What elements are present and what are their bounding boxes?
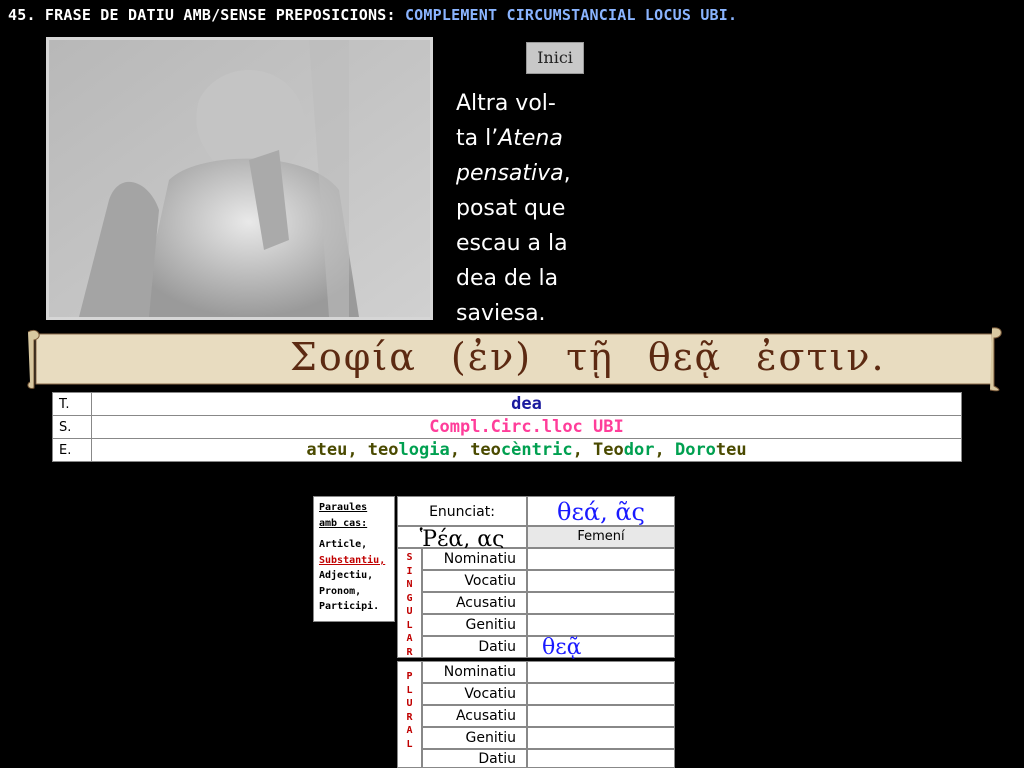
case-label: Vocatiu — [422, 683, 527, 705]
legend-title: Paraules amb cas: — [319, 502, 368, 529]
row-key: T. — [52, 392, 92, 416]
singular-label: SINGULAR — [397, 548, 422, 658]
case-input[interactable] — [527, 592, 675, 614]
case-input[interactable] — [527, 570, 675, 592]
case-label: Acusatiu — [422, 705, 527, 727]
case-input[interactable] — [527, 683, 675, 705]
legend-item: Substantiu, — [319, 554, 386, 566]
legend-item: Pronom, — [319, 585, 362, 597]
athena-relief-photo — [46, 37, 433, 320]
case-input[interactable] — [527, 705, 675, 727]
etymology-value: ateu, teologia, teocèntric, Teodor, Doro… — [91, 438, 962, 462]
sentence-word: Σοφία — [290, 335, 417, 379]
case-label: Genitiu — [422, 727, 527, 749]
row-key: S. — [52, 415, 92, 439]
row-key: E. — [52, 438, 92, 462]
case-label: Genitiu — [422, 614, 527, 636]
case-input[interactable] — [527, 749, 675, 768]
page-title: 45. FRASE DE DATIU AMB/SENSE PREPOSICION… — [8, 6, 738, 24]
case-label: Datiu — [422, 749, 527, 768]
photo-caption: Altra vol- ta l’Atena pensativa, posat q… — [456, 91, 571, 326]
case-label: Datiu — [422, 636, 527, 658]
greek-sentence: Σοφία (ἐν) τῇ θεᾷ ἐστιν. — [290, 335, 920, 379]
table-row: T. dea — [52, 392, 962, 416]
sentence-word: τῇ — [566, 335, 614, 379]
syntax-value: Compl.Circ.lloc UBI — [91, 415, 962, 439]
case-words-legend: Paraules amb cas: Article, Substantiu, A… — [313, 496, 395, 622]
sentence-word: ἐστιν. — [756, 335, 886, 379]
translation-table: T. dea S. Compl.Circ.lloc UBI E. ateu, t… — [52, 392, 962, 462]
case-input[interactable] — [527, 661, 675, 683]
legend-item: Participi. — [319, 601, 380, 612]
case-input[interactable] — [527, 614, 675, 636]
legend-item: Article, — [319, 539, 368, 550]
sentence-word: θεᾷ — [647, 335, 723, 379]
home-button[interactable]: Inici — [526, 42, 584, 74]
case-label: Acusatiu — [422, 592, 527, 614]
case-input[interactable] — [527, 548, 675, 570]
table-row: S. Compl.Circ.lloc UBI — [52, 415, 962, 439]
enunciat-label: Enunciat: — [397, 496, 527, 526]
case-label: Vocatiu — [422, 570, 527, 592]
plural-label: PLURAL — [397, 661, 422, 768]
translation-value: dea — [91, 392, 962, 416]
legend-item: Adjectiu, — [319, 570, 374, 581]
case-label: Nominatiu — [422, 548, 527, 570]
gender-label: Femení — [527, 526, 675, 548]
datiu-singular-value[interactable]: θεᾷ — [527, 636, 675, 659]
case-label: Nominatiu — [422, 661, 527, 683]
sentence-word: (ἐν) — [450, 335, 533, 379]
enunciat-value: θεά, ᾶς — [527, 496, 675, 526]
example-word: Ῥέα, ας — [397, 526, 527, 552]
case-input[interactable] — [527, 727, 675, 749]
table-row: E. ateu, teologia, teocèntric, Teodor, D… — [52, 438, 962, 462]
